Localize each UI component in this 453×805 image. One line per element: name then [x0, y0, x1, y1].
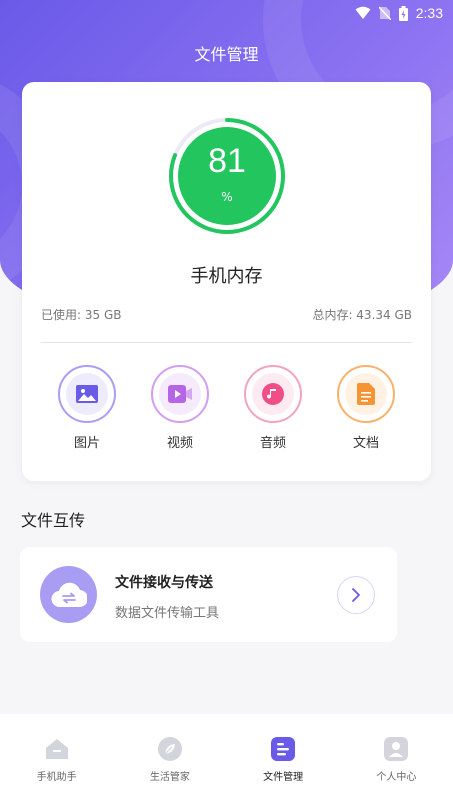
nav-label: 手机助手 — [36, 772, 77, 783]
category-images[interactable]: 图片 — [57, 365, 117, 451]
transfer-card-subtitle: 数据文件传输工具 — [115, 606, 220, 621]
open-transfer-button[interactable] — [337, 576, 375, 614]
battery-icon — [398, 5, 408, 21]
category-audio[interactable]: 音频 — [243, 365, 303, 451]
used-storage-label: 已使用: 35 GB — [41, 308, 122, 322]
file-list-icon — [271, 737, 296, 761]
category-documents[interactable]: 文档 — [336, 365, 396, 451]
nav-label: 文件管理 — [263, 772, 304, 783]
status-bar: 2:33 — [0, 0, 453, 26]
home-icon — [45, 739, 68, 759]
storage-gauge: 81 % — [167, 116, 287, 236]
video-icon — [168, 385, 192, 403]
music-icon — [262, 383, 284, 405]
nav-label: 个人中心 — [376, 772, 417, 783]
divider — [41, 342, 412, 343]
nav-item-life-manager[interactable]: 生活管家 — [113, 714, 226, 805]
storage-percent: 81 — [208, 142, 246, 180]
section-title-transfer: 文件互传 — [21, 511, 86, 530]
leaf-icon — [157, 737, 182, 761]
image-icon — [76, 385, 98, 403]
category-label: 音频 — [259, 436, 286, 451]
nav-item-phone-assistant[interactable]: 手机助手 — [0, 714, 113, 805]
category-label: 视频 — [166, 436, 193, 451]
storage-percent-unit: % — [221, 190, 233, 204]
status-time: 2:33 — [415, 5, 443, 21]
nav-item-file-manager[interactable]: 文件管理 — [227, 714, 340, 805]
file-transfer-card[interactable]: 文件接收与传送 数据文件传输工具 — [20, 547, 397, 642]
bottom-navigation: 手机助手 生活管家 文件管理 个人中心 — [0, 714, 453, 805]
nav-label: 生活管家 — [149, 772, 190, 783]
page-title: 文件管理 — [194, 45, 259, 64]
total-storage-label: 总内存: 43.34 GB — [312, 308, 412, 322]
wifi-icon — [355, 6, 371, 19]
transfer-card-title: 文件接收与传送 — [115, 575, 213, 591]
nav-item-profile[interactable]: 个人中心 — [340, 714, 453, 805]
category-row: 图片 视频 音频 文档 — [22, 365, 431, 455]
storage-title: 手机内存 — [190, 266, 263, 287]
storage-card: 81 % 手机内存 已使用: 35 GB 总内存: 43.34 GB 图片 视频 — [22, 82, 431, 481]
document-icon — [357, 383, 375, 405]
no-sim-icon — [378, 6, 391, 20]
chevron-right-icon — [352, 588, 360, 602]
category-label: 文档 — [352, 436, 379, 451]
profile-icon — [384, 737, 409, 761]
category-label: 图片 — [73, 436, 100, 451]
cloud-transfer-icon — [40, 566, 97, 623]
category-videos[interactable]: 视频 — [150, 365, 210, 451]
